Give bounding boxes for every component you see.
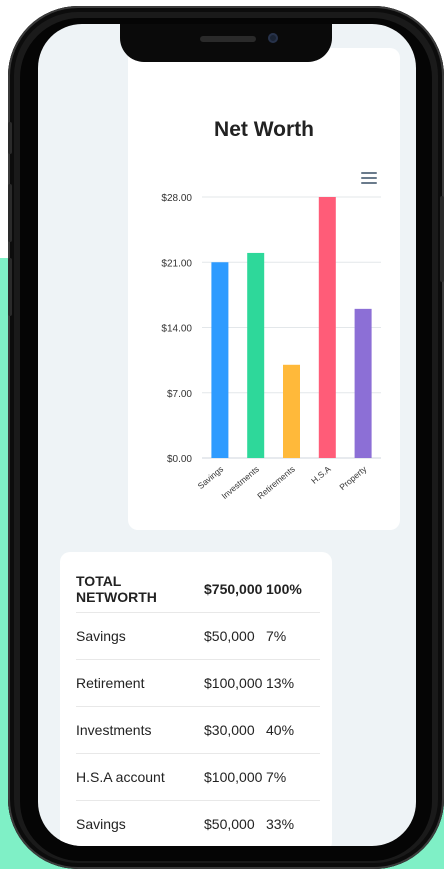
row-percent: 7%: [266, 769, 287, 785]
power-button: [440, 196, 444, 282]
table-header-row: TOTAL NETWORTH $750,000 100%: [76, 566, 320, 613]
row-amount: $50,000: [204, 628, 255, 644]
phone-screen: Net Worth $0.00 $7.00 $14.00 $21.00 $28.00 Sa…: [38, 24, 416, 846]
bar-investments: [247, 252, 265, 458]
table-row: Savings $50,000 7%: [76, 613, 320, 660]
row-amount: $50,000: [204, 816, 255, 832]
table-row: Investments $30,000 40%: [76, 707, 320, 754]
volume-down-button: [8, 258, 12, 316]
chart-card: Net Worth $0.00 $7.00 $14.00 $21.00 $28.00 Sa…: [128, 48, 400, 530]
bar-retirements: [283, 364, 300, 458]
row-amount: $100,000: [204, 769, 263, 785]
y-tick-label: $0.00: [167, 454, 192, 465]
table-row: H.S.A account $100,000 7%: [76, 754, 320, 801]
row-percent: 7%: [266, 628, 287, 644]
bar-property: [354, 308, 372, 458]
volume-up-button: [8, 184, 12, 242]
x-tick-label: H.S.A: [309, 464, 333, 486]
front-camera-icon: [268, 33, 278, 43]
x-tick-label: Retirements: [255, 464, 297, 501]
y-tick-label: $28.00: [161, 193, 192, 204]
networth-table: TOTAL NETWORTH $750,000 100% Savings $50…: [60, 552, 332, 846]
y-tick-label: $21.00: [161, 258, 192, 269]
x-tick-label: Investments: [219, 464, 261, 501]
row-percent: 33%: [266, 816, 295, 832]
y-tick-label: $7.00: [167, 389, 192, 400]
row-percent: 13%: [266, 675, 295, 691]
header-name: TOTAL NETWORTH: [76, 573, 157, 605]
bar-chart: $0.00 $7.00 $14.00 $21.00 $28.00 SavingsInves…: [161, 193, 381, 501]
mute-switch: [8, 122, 12, 154]
bar-hsa: [318, 197, 336, 458]
phone-notch: [120, 24, 332, 62]
row-amount: $30,000: [204, 722, 255, 738]
header-amount: $750,000: [204, 581, 263, 597]
table-row: Savings $50,000 33%: [76, 801, 320, 846]
x-tick-label: Property: [337, 463, 369, 492]
row-name: Savings: [76, 816, 126, 832]
y-tick-label: $14.00: [161, 324, 192, 335]
x-tick-label: Savings: [196, 464, 226, 491]
row-amount: $100,000: [204, 675, 263, 691]
row-name: Investments: [76, 722, 152, 738]
header-percent: 100%: [266, 581, 302, 597]
row-name: Retirement: [76, 675, 145, 691]
row-name: Savings: [76, 628, 126, 644]
table-row: Retirement $100,000 13%: [76, 660, 320, 707]
row-name: H.S.A account: [76, 769, 165, 785]
row-percent: 40%: [266, 722, 295, 738]
speaker-grille: [200, 36, 256, 42]
bar-savings: [211, 262, 229, 458]
